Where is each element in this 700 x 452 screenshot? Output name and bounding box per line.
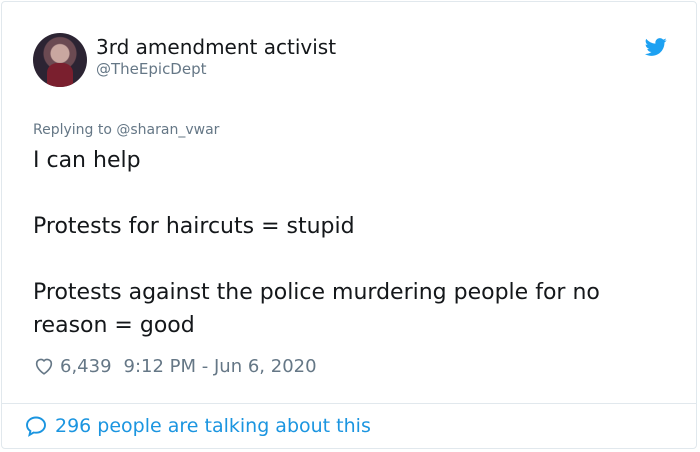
author-handle[interactable]: @TheEpicDept xyxy=(96,60,207,78)
tweet-line: Protests for haircuts = stupid xyxy=(33,214,355,239)
tweet-card: 3rd amendment activist @TheEpicDept Repl… xyxy=(1,1,697,449)
user-avatar[interactable] xyxy=(33,33,87,87)
tweet-timestamp[interactable]: 9:12 PM - Jun 6, 2020 xyxy=(124,356,317,377)
author-display-name[interactable]: 3rd amendment activist xyxy=(96,35,336,59)
twitter-bird-icon[interactable] xyxy=(643,36,669,58)
speech-bubble-icon xyxy=(26,416,46,437)
like-count[interactable]: 6,439 xyxy=(60,356,112,377)
tweet-line: I can help xyxy=(33,148,141,173)
heart-icon[interactable] xyxy=(33,355,55,377)
divider xyxy=(2,403,696,404)
tweet-text: I can help Protests for haircuts = stupi… xyxy=(33,144,673,342)
tweet-line: Protests against the police murdering pe… xyxy=(33,280,600,338)
tweet-meta: 6,439 9:12 PM - Jun 6, 2020 xyxy=(33,353,317,379)
conversation-label[interactable]: 296 people are talking about this xyxy=(55,415,371,437)
conversation-link[interactable]: 296 people are talking about this xyxy=(24,414,371,438)
reply-context: Replying to @sharan_vwar xyxy=(33,122,220,138)
